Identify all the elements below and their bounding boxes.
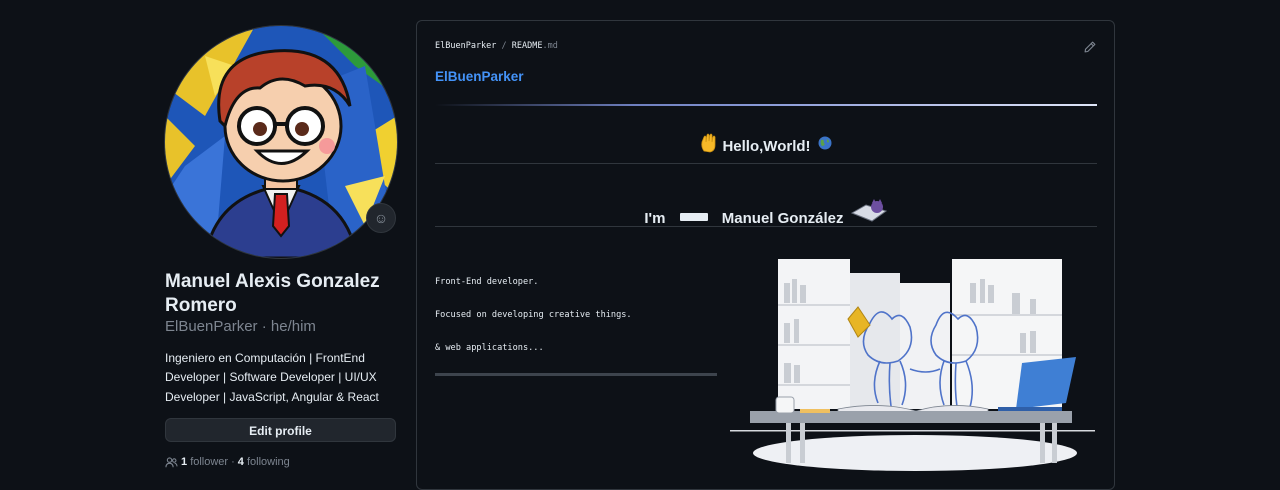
pencil-icon xyxy=(1084,41,1096,53)
profile-bio: Ingeniero en Computación | FrontEnd Deve… xyxy=(165,351,379,404)
avatar-illustration xyxy=(165,26,397,258)
profile-login: ElBuenParker xyxy=(165,318,258,335)
following-link[interactable]: 4 following xyxy=(238,456,290,468)
waving-hand-icon xyxy=(700,133,718,157)
typing-icon xyxy=(679,213,708,221)
edit-readme-button[interactable] xyxy=(1084,40,1096,58)
profile-pronouns: he/him xyxy=(270,318,316,335)
header-gradient-line xyxy=(435,104,1097,106)
code-block-rule xyxy=(435,373,717,376)
readme-card: ElBuenParker / README.md ElBuenParker He… xyxy=(416,20,1115,490)
readme-line-1: Front-End developer. xyxy=(435,277,539,287)
smiley-icon: ☺ xyxy=(373,210,389,226)
login-separator: · xyxy=(261,318,271,335)
heading-rule-2 xyxy=(435,226,1097,227)
readme-path-file[interactable]: README xyxy=(512,41,543,51)
followers-link[interactable]: 1 follower xyxy=(181,456,228,468)
readme-path-ext: .md xyxy=(542,41,558,51)
laptop-cat-icon xyxy=(850,199,888,229)
octocat-library-illustration xyxy=(730,253,1095,478)
readme-path: ElBuenParker / README.md xyxy=(435,41,558,51)
edit-profile-button[interactable]: Edit profile xyxy=(165,418,396,442)
name-text: Manuel González xyxy=(721,210,844,227)
heading-im: I'm Manuel González xyxy=(435,199,1097,229)
readme-line-2: Focused on developing creative things. xyxy=(435,310,632,320)
readme-repo-link[interactable]: ElBuenParker xyxy=(435,69,524,84)
set-status-button[interactable]: ☺ xyxy=(366,203,396,233)
hello-world-text: Hello,World! xyxy=(722,138,811,155)
profile-full-name: Manuel Alexis Gonzalez Romero xyxy=(165,271,380,316)
readme-line-3: & web applications... xyxy=(435,343,544,353)
people-icon xyxy=(165,456,178,467)
readme-path-user[interactable]: ElBuenParker xyxy=(435,41,496,51)
heading-hello-world: Hello,World! xyxy=(435,133,1097,157)
profile-login-line: ElBuenParker · he/him xyxy=(165,318,316,335)
im-text: I'm xyxy=(644,210,666,227)
avatar[interactable] xyxy=(165,26,397,258)
follow-stats: 1 follower · 4 following xyxy=(165,456,290,468)
heading-rule-1 xyxy=(435,163,1097,164)
follow-dot: · xyxy=(231,456,235,468)
readme-path-separator: / xyxy=(501,41,507,51)
globe-icon xyxy=(818,136,832,154)
avatar-container: ☺ xyxy=(165,26,397,258)
